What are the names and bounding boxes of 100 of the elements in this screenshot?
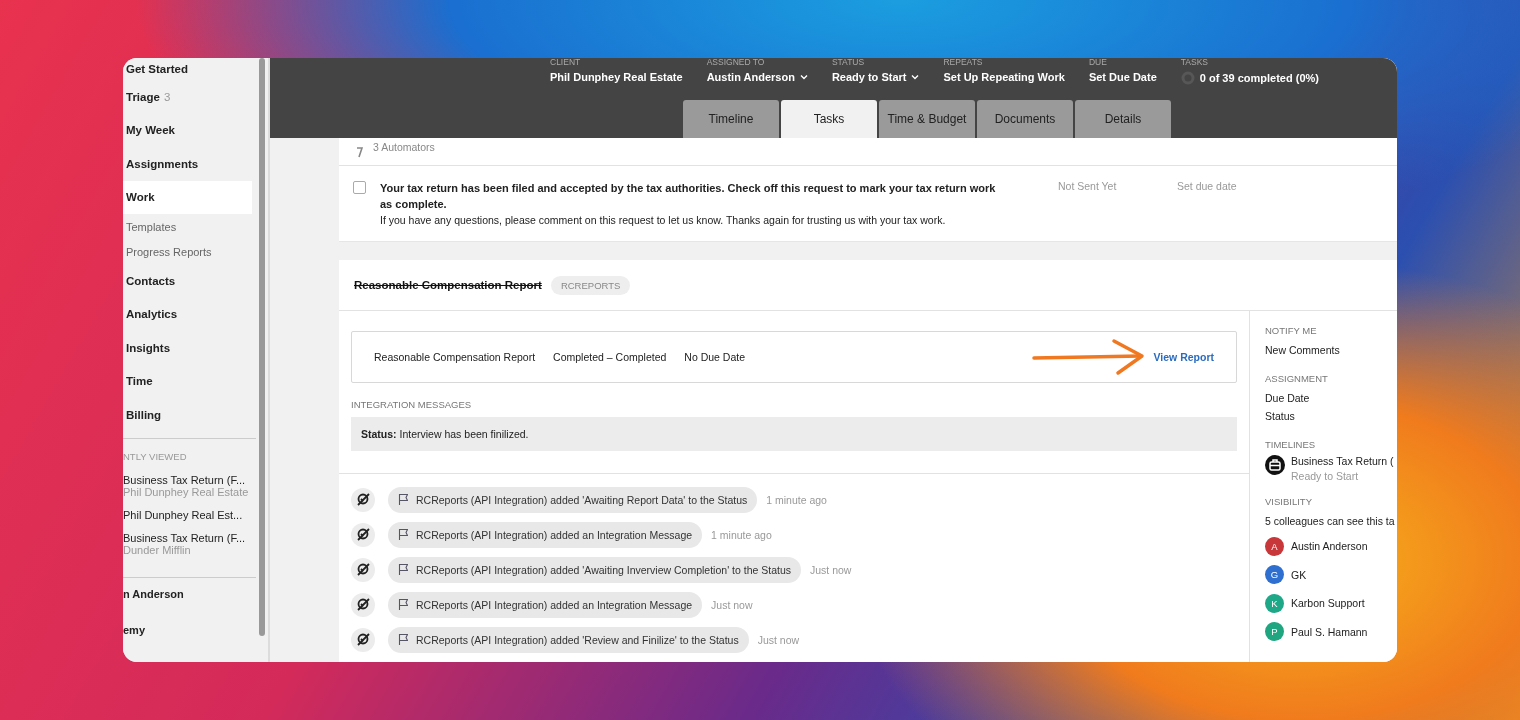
report-due-date: No Due Date: [684, 351, 746, 363]
activity-time: 1 minute ago: [766, 493, 827, 506]
field-label: DUE: [1088, 58, 1108, 67]
report-status: Completed – Completed: [553, 351, 667, 363]
timeline-link[interactable]: Business Tax Return (: [1291, 455, 1394, 467]
report-name: Reasonable Compensation Report: [374, 351, 536, 363]
setting-item[interactable]: Due Date: [1265, 389, 1395, 407]
link-off-icon: [355, 562, 371, 577]
nav-label: Contacts: [126, 274, 176, 287]
activity-event: RCReports (API Integration) added 'Awaiting Inverview Completion' to the Status: [388, 556, 801, 583]
activity-time: 1 minute ago: [711, 528, 772, 541]
tab[interactable]: Documents: [977, 100, 1073, 138]
request-title: Your tax return has been filed and accepted by the tax authorities. Check off this request to mark your tax return work as complete.: [380, 181, 997, 212]
scrollbar[interactable]: [259, 58, 265, 636]
chevron-down-icon: [911, 74, 920, 80]
activity-time: Just now: [711, 598, 753, 611]
recent-item[interactable]: Business Tax Return (F... Dunder Mifflin: [123, 527, 256, 563]
field-value[interactable]: Set Due Date: [1088, 71, 1157, 83]
avatar: K: [1265, 593, 1284, 613]
integration-tag: RCREPORTS: [550, 275, 631, 295]
integration-message: Status: Interview has been finilized.: [351, 417, 1237, 451]
sidebar-item[interactable]: emy: [123, 613, 256, 650]
sidebar-item[interactable]: Billing: [123, 398, 252, 432]
section-heading: ASSIGNMENT: [1265, 373, 1329, 384]
nav-label: Progress Reports: [126, 245, 212, 258]
view-report-link[interactable]: View Report: [1153, 351, 1214, 363]
nav-label: Get Started: [126, 63, 188, 75]
nav-label: Analytics: [126, 308, 178, 321]
flag-icon: [398, 493, 408, 506]
nav-label: Triage: [126, 90, 160, 103]
field-label: TASKS: [1180, 58, 1209, 67]
activity-event: RCReports (API Integration) added an Integration Message: [388, 521, 703, 548]
section-heading: INTEGRATION MESSAGES: [351, 399, 473, 410]
recent-item[interactable]: Business Tax Return (F... Phil Dunphey Real Estate: [123, 469, 256, 505]
colleague-name: Karbon Support: [1291, 596, 1365, 612]
activity-time: Just now: [810, 563, 852, 576]
link-off-icon: [355, 527, 371, 542]
sidebar-item[interactable]: Analytics: [123, 297, 252, 331]
sidebar-item[interactable]: Work: [123, 180, 252, 214]
sidebar-item[interactable]: Time: [123, 364, 252, 398]
colleague-name: GK: [1291, 567, 1307, 583]
activity-event: RCReports (API Integration) added an Integration Message: [388, 591, 703, 618]
field-label: REPEATS: [943, 58, 984, 67]
link-off-icon: [355, 632, 371, 647]
visibility-summary: 5 colleagues can see this ta: [1265, 514, 1395, 529]
sidebar-item[interactable]: Insights: [123, 331, 252, 365]
nav-label: My Week: [126, 124, 175, 137]
nav-label: Billing: [126, 408, 162, 421]
field-value: 0 of 39 completed (0%): [1199, 72, 1319, 84]
briefcase-icon: [1265, 455, 1285, 475]
link-off-icon: [355, 597, 371, 612]
nav-label: Assignments: [126, 157, 199, 170]
item-count: 3: [163, 90, 171, 103]
avatar: A: [1265, 536, 1284, 556]
nav-label: Work: [126, 191, 155, 204]
recent-item[interactable]: Phil Dunphey Real Est...: [123, 504, 256, 528]
sidebar-item[interactable]: Assignments: [123, 147, 252, 181]
activity-event: RCReports (API Integration) added 'Awaiting Report Data' to the Status: [388, 486, 758, 513]
field-value[interactable]: Phil Dunphey Real Estate: [550, 71, 683, 83]
nav-label: Time: [126, 375, 153, 388]
request-body: If you have any questions, please comment on this request to let us know. Thanks again for trusting us with your tax work.: [380, 213, 947, 228]
flag-icon: [398, 598, 408, 611]
checkbox[interactable]: [353, 181, 366, 194]
sidebar-item[interactable]: Triage 3: [123, 80, 252, 114]
sidebar-item[interactable]: My Week: [123, 113, 252, 147]
automators-label: 3 Automators: [373, 140, 435, 153]
field-label: CLIENT: [550, 58, 582, 67]
activity-event: RCReports (API Integration) added 'Review and Finilize' to the Status: [388, 626, 749, 653]
tab[interactable]: Timeline: [683, 100, 779, 138]
colleague-name: Paul S. Hamann: [1291, 624, 1368, 640]
tab[interactable]: Details: [1075, 100, 1171, 138]
sidebar-item[interactable]: Templates: [123, 214, 252, 239]
timeline-status: Ready to Start: [1291, 470, 1360, 482]
nav-label: Insights: [126, 341, 171, 354]
sidebar-item[interactable]: n Anderson: [123, 577, 256, 614]
flag-icon: [398, 633, 408, 646]
report-title: Reasonable Compensation Report: [354, 279, 542, 291]
section-heading: NOTIFY ME: [1265, 325, 1318, 336]
sidebar-item[interactable]: Get Started: [123, 58, 252, 80]
dropdown[interactable]: Ready to Start: [831, 71, 920, 83]
link-off-icon: [355, 492, 371, 507]
field-value[interactable]: Set Up Repeating Work: [943, 71, 1065, 83]
avatar: P: [1265, 622, 1284, 642]
section-heading: TIMELINES: [1265, 439, 1317, 450]
tab[interactable]: Tasks: [781, 100, 877, 138]
flag-icon: [398, 528, 408, 541]
setting-item[interactable]: Status: [1265, 407, 1395, 425]
setting-item[interactable]: New Comments: [1265, 341, 1395, 359]
sidebar-item[interactable]: Contacts: [123, 264, 252, 298]
tab[interactable]: Time & Budget: [879, 100, 975, 138]
activity-time: Just now: [757, 633, 800, 646]
colleague-name: Austin Anderson: [1291, 539, 1368, 555]
field-label: STATUS: [831, 58, 866, 67]
field-label: ASSIGNED TO: [706, 58, 766, 67]
section-heading: VISIBILITY: [1265, 496, 1313, 507]
send-status: Not Sent Yet: [1058, 180, 1118, 194]
avatar: G: [1265, 565, 1284, 585]
dropdown[interactable]: Austin Anderson: [706, 71, 808, 83]
sidebar-item[interactable]: Progress Reports: [123, 239, 252, 264]
flag-icon: [398, 563, 408, 576]
